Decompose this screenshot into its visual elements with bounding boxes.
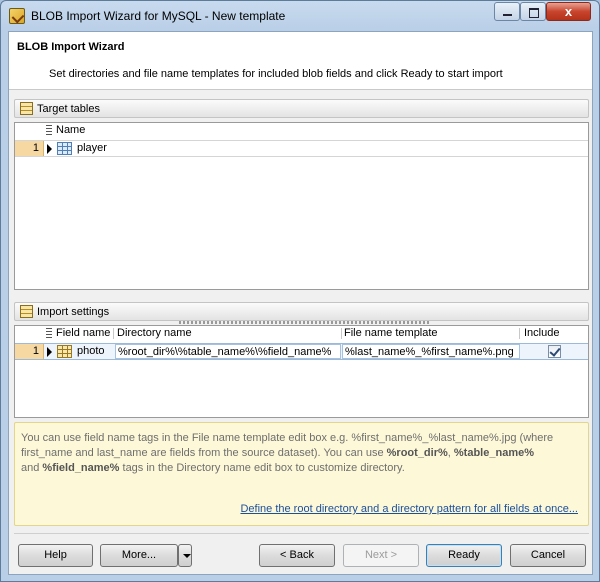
target-tables-grid[interactable]: Name 1 player: [14, 122, 589, 290]
hint-panel: You can use field name tags in the File …: [14, 422, 589, 526]
table-row[interactable]: 1 photo %root_dir%\%table_name%\%field_n…: [15, 343, 588, 360]
define-root-directory-link[interactable]: Define the root directory and a director…: [240, 502, 578, 517]
table-row[interactable]: 1 player: [15, 140, 588, 157]
title-bar: BLOB Import Wizard for MySQL - New templ…: [1, 1, 599, 31]
table-name-cell[interactable]: player: [77, 141, 107, 156]
column-header-field-name[interactable]: Field name: [56, 327, 110, 339]
column-header-name[interactable]: Name: [56, 124, 85, 136]
help-button[interactable]: Help: [18, 544, 93, 567]
ready-button[interactable]: Ready: [426, 544, 502, 567]
include-checkbox[interactable]: [548, 345, 561, 358]
column-header-file-name-template[interactable]: File name template: [344, 327, 438, 339]
minimize-button[interactable]: [494, 2, 520, 21]
tag-root-dir: %root_dir%: [386, 447, 448, 459]
row-selector-icon: [46, 328, 52, 338]
row-number: 1: [15, 141, 44, 156]
panel-splitter[interactable]: [179, 321, 429, 324]
field-icon: [57, 345, 72, 358]
settings-section-icon: [20, 305, 33, 318]
row-selector-icon: [46, 125, 52, 135]
field-name-cell[interactable]: photo: [77, 344, 113, 359]
close-icon: x: [564, 4, 573, 19]
current-row-arrow-icon: [47, 144, 52, 154]
cancel-button[interactable]: Cancel: [510, 544, 586, 567]
column-header-directory-name[interactable]: Directory name: [117, 327, 192, 339]
hint-text: first_name and last_name are fields from…: [21, 447, 387, 459]
grid-header: Name: [15, 123, 588, 137]
window-title: BLOB Import Wizard for MySQL - New templ…: [31, 9, 286, 23]
app-icon: [9, 8, 25, 24]
close-button[interactable]: x: [546, 2, 591, 21]
target-tables-section-header: Target tables: [14, 99, 589, 118]
tag-table-name: %table_name%: [453, 447, 534, 459]
table-section-icon: [20, 102, 33, 115]
wizard-window: BLOB Import Wizard for MySQL - New templ…: [0, 0, 600, 582]
page-description: Set directories and file name templates …: [49, 68, 503, 80]
more-button[interactable]: More...: [100, 544, 178, 567]
tag-field-name: %field_name%: [42, 462, 120, 474]
hint-line-3: and %field_name% tags in the Directory n…: [21, 461, 582, 476]
hint-line-2: first_name and last_name are fields from…: [21, 446, 582, 461]
back-button[interactable]: < Back: [259, 544, 335, 567]
row-number: 1: [15, 344, 44, 359]
table-icon: [57, 142, 72, 155]
hint-line-1: You can use field name tags in the File …: [21, 432, 554, 444]
maximize-button[interactable]: [520, 2, 546, 21]
chevron-down-icon: [183, 554, 191, 558]
column-divider[interactable]: [341, 328, 342, 339]
import-settings-label: Import settings: [37, 306, 110, 318]
wizard-client-area: BLOB Import Wizard Set directories and f…: [8, 31, 593, 575]
next-button[interactable]: Next >: [343, 544, 419, 567]
directory-name-field[interactable]: %root_dir%\%table_name%\%field_name%: [115, 344, 341, 359]
hint-text: and: [21, 462, 43, 474]
button-bar-divider: [14, 533, 589, 534]
import-settings-grid[interactable]: Field name Directory name File name temp…: [14, 325, 589, 418]
file-name-template-field[interactable]: %last_name%_%first_name%.png: [342, 344, 520, 359]
target-tables-label: Target tables: [37, 103, 100, 115]
current-row-arrow-icon: [47, 347, 52, 357]
more-dropdown-button[interactable]: [178, 544, 192, 567]
column-header-include[interactable]: Include: [524, 327, 559, 339]
column-divider[interactable]: [113, 328, 114, 339]
grid-header: Field name Directory name File name temp…: [15, 326, 588, 340]
import-settings-section-header: Import settings: [14, 302, 589, 321]
column-divider[interactable]: [519, 328, 520, 339]
wizard-header: BLOB Import Wizard Set directories and f…: [9, 32, 592, 90]
page-title: BLOB Import Wizard: [17, 41, 125, 53]
hint-text: tags in the Directory name edit box to c…: [119, 462, 405, 474]
